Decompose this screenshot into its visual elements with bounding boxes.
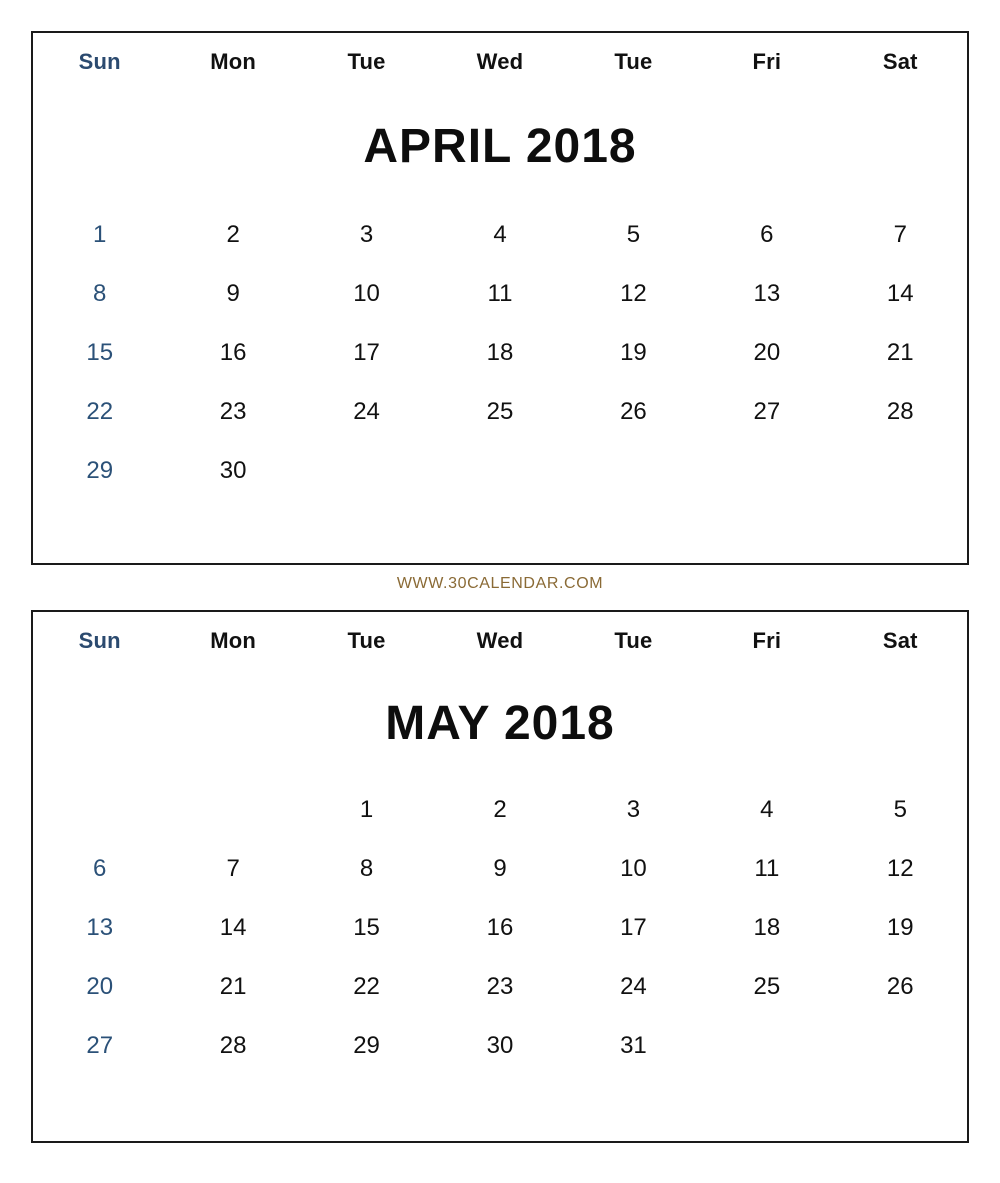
day-cell-empty — [834, 1016, 967, 1075]
day-cell[interactable]: 7 — [834, 205, 967, 264]
day-cell[interactable]: 21 — [166, 957, 299, 1016]
day-cell[interactable]: 23 — [166, 382, 299, 441]
weekday-header-thu: Tue — [614, 49, 653, 74]
day-cell[interactable]: 12 — [834, 839, 967, 898]
day-cell[interactable]: 16 — [433, 898, 566, 957]
day-cell[interactable]: 28 — [834, 382, 967, 441]
day-cell[interactable]: 9 — [166, 264, 299, 323]
day-cell[interactable]: 9 — [433, 839, 566, 898]
day-cell[interactable]: 22 — [300, 957, 433, 1016]
day-cell[interactable]: 8 — [300, 839, 433, 898]
site-watermark: WWW.30CALENDAR.COM — [396, 575, 604, 592]
day-cell[interactable]: 1 — [33, 205, 166, 264]
calendar-may: Sun Mon Tue Wed Tue Fri Sat MAY 2018 1 2… — [31, 610, 969, 1143]
day-cell[interactable]: 27 — [33, 1016, 166, 1075]
weekday-header-thu: Tue — [614, 628, 653, 653]
day-cell[interactable]: 8 — [33, 264, 166, 323]
day-cell[interactable]: 4 — [700, 780, 833, 839]
weekday-header-row-may: Sun Mon Tue Wed Tue Fri Sat — [33, 612, 967, 652]
day-cell[interactable]: 23 — [433, 957, 566, 1016]
day-cell[interactable]: 19 — [834, 898, 967, 957]
day-cell[interactable]: 30 — [166, 441, 299, 500]
month-title-may: MAY 2018 — [385, 697, 615, 750]
weekday-header-sat: Sat — [882, 628, 918, 653]
day-cell[interactable]: 28 — [166, 1016, 299, 1075]
day-cell[interactable]: 29 — [33, 441, 166, 500]
day-cell[interactable]: 16 — [166, 323, 299, 382]
weekday-header-wed: Wed — [476, 628, 524, 653]
day-cell[interactable]: 29 — [300, 1016, 433, 1075]
day-cell[interactable]: 25 — [433, 382, 566, 441]
weekday-header-sat: Sat — [882, 49, 918, 74]
day-cell[interactable]: 17 — [567, 898, 700, 957]
day-cell-empty — [33, 780, 166, 839]
weekday-header-mon: Mon — [210, 628, 257, 653]
weekday-header-sun: Sun — [78, 49, 121, 74]
day-cell-empty — [300, 441, 433, 500]
day-cell[interactable]: 19 — [567, 323, 700, 382]
day-cell-empty — [567, 441, 700, 500]
day-cell[interactable]: 10 — [567, 839, 700, 898]
day-cell[interactable]: 10 — [300, 264, 433, 323]
weekday-header-row-april: Sun Mon Tue Wed Tue Fri Sat — [33, 33, 967, 73]
day-cell[interactable]: 30 — [433, 1016, 566, 1075]
day-cell[interactable]: 6 — [700, 205, 833, 264]
day-cell[interactable]: 20 — [33, 957, 166, 1016]
day-cell-empty — [166, 780, 299, 839]
weekday-header-tue: Tue — [347, 49, 386, 74]
day-cell[interactable]: 1 — [300, 780, 433, 839]
day-cell[interactable]: 7 — [166, 839, 299, 898]
day-cell[interactable]: 5 — [567, 205, 700, 264]
day-cell[interactable]: 3 — [300, 205, 433, 264]
calendar-page: Sun Mon Tue Wed Tue Fri Sat APRIL 2018 1… — [0, 0, 1000, 1183]
day-cell[interactable]: 24 — [300, 382, 433, 441]
day-cell[interactable]: 3 — [567, 780, 700, 839]
day-cell-empty — [834, 441, 967, 500]
day-cell[interactable]: 17 — [300, 323, 433, 382]
weekday-header-mon: Mon — [210, 49, 257, 74]
day-cell[interactable]: 27 — [700, 382, 833, 441]
day-cell-empty — [433, 441, 566, 500]
day-cell[interactable]: 25 — [700, 957, 833, 1016]
day-grid-may: 1 2 3 4 5 6 7 8 9 10 11 12 13 14 15 16 1… — [33, 780, 967, 1075]
day-cell[interactable]: 26 — [834, 957, 967, 1016]
day-cell[interactable]: 26 — [567, 382, 700, 441]
weekday-header-fri: Fri — [752, 628, 782, 653]
day-cell-empty — [700, 1016, 833, 1075]
day-cell[interactable]: 21 — [834, 323, 967, 382]
weekday-header-sun: Sun — [78, 628, 121, 653]
day-cell[interactable]: 24 — [567, 957, 700, 1016]
day-cell[interactable]: 14 — [834, 264, 967, 323]
day-cell[interactable]: 13 — [33, 898, 166, 957]
day-cell[interactable]: 2 — [433, 780, 566, 839]
day-cell[interactable]: 22 — [33, 382, 166, 441]
day-cell[interactable]: 18 — [700, 898, 833, 957]
day-cell[interactable]: 14 — [166, 898, 299, 957]
day-cell[interactable]: 4 — [433, 205, 566, 264]
weekday-header-wed: Wed — [476, 49, 524, 74]
month-title-april: APRIL 2018 — [363, 120, 637, 173]
day-cell-empty — [700, 441, 833, 500]
calendar-april: Sun Mon Tue Wed Tue Fri Sat APRIL 2018 1… — [31, 31, 969, 565]
day-cell[interactable]: 20 — [700, 323, 833, 382]
day-cell[interactable]: 18 — [433, 323, 566, 382]
day-grid-april: 1 2 3 4 5 6 7 8 9 10 11 12 13 14 15 16 1… — [33, 205, 967, 500]
day-cell[interactable]: 12 — [567, 264, 700, 323]
day-cell[interactable]: 13 — [700, 264, 833, 323]
day-cell[interactable]: 2 — [166, 205, 299, 264]
day-cell[interactable]: 31 — [567, 1016, 700, 1075]
day-cell[interactable]: 15 — [300, 898, 433, 957]
day-cell[interactable]: 5 — [834, 780, 967, 839]
weekday-header-tue: Tue — [347, 628, 386, 653]
day-cell[interactable]: 11 — [433, 264, 566, 323]
day-cell[interactable]: 11 — [700, 839, 833, 898]
weekday-header-fri: Fri — [752, 49, 782, 74]
day-cell[interactable]: 6 — [33, 839, 166, 898]
day-cell[interactable]: 15 — [33, 323, 166, 382]
